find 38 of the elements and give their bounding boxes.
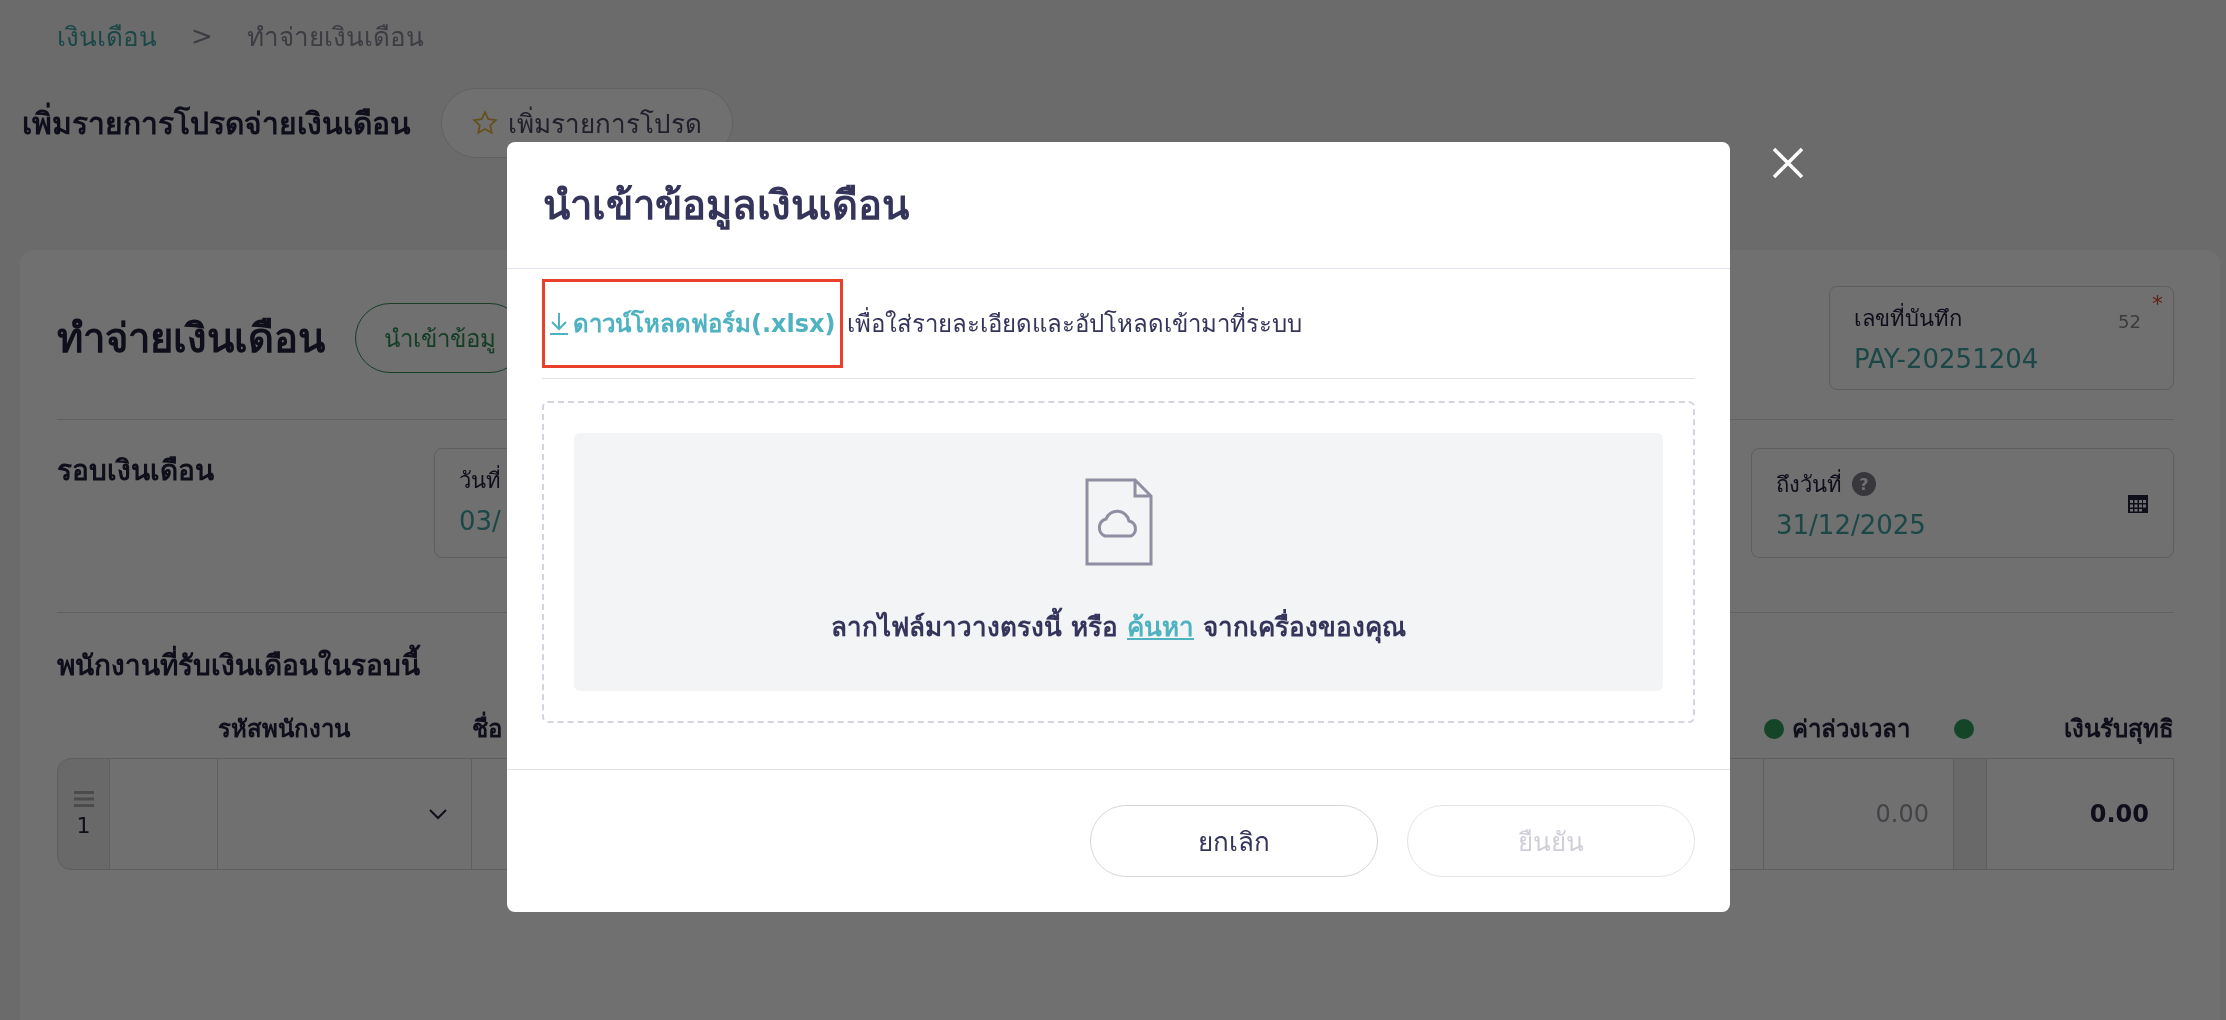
download-note: เพื่อใส่รายละเอียดและอัปโหลดเข้ามาที่ระบบ [846,304,1302,343]
page-title: เพิ่มรายการโปรดจ่ายเงินเดือน [22,99,411,147]
menu-icon [73,790,94,807]
file-dropzone[interactable]: ลากไฟล์มาวางตรงนี้ หรือ ค้นหา จากเครื่องของคุณ [542,401,1695,723]
row-number: 1 [76,812,91,838]
field-label: ถึงวันที่ [1776,468,1842,499]
help-icon[interactable]: ? [1852,472,1876,496]
status-dot [1764,718,1784,739]
section-title: พนักงานที่รับเงินเดือนในรอบนี้ [57,643,420,699]
star-icon [472,110,498,136]
breadcrumb-separator: > [191,21,213,51]
section-label: รอบเงินเดือน [57,453,215,489]
field-label: วันที่ [459,463,501,498]
column-header: เงินรับสุทธิ [2064,714,2174,746]
column-header: ชื่อ [472,709,502,748]
chevron-down-icon [429,808,447,820]
required-mark: * [2152,291,2163,316]
calendar-icon[interactable] [2127,492,2149,514]
table-cell: 0.00 [1987,758,2174,870]
dropzone-hint: ลากไฟล์มาวางตรงนี้ หรือ ค้นหา จากเครื่องของคุณ [830,605,1407,647]
card-title: ทำจ่ายเงินเดือน [57,314,325,363]
field-label: เลขที่บันทึก [1854,301,1962,336]
breadcrumb-link[interactable]: เงินเดือน [57,15,157,57]
status-dot [1954,718,1974,739]
dialog-title: นำเข้าข้อมูลเงินเดือน [507,142,1730,269]
column-header: รหัสพนักงาน [218,714,350,745]
download-icon [549,311,569,336]
end-date-field[interactable]: ถึงวันที่ ? 31/12/2025 [1751,448,2174,558]
close-icon[interactable] [1770,145,1806,181]
column-header: ค่าล่วงเวลา [1792,714,1910,745]
field-value: PAY-20251204 [1854,344,2040,374]
cloud-file-icon [1084,477,1153,566]
browse-link[interactable]: ค้นหา [1127,611,1195,642]
cancel-button[interactable]: ยกเลิก [1090,805,1378,877]
drag-handle[interactable]: 1 [57,758,110,870]
field-value: 31/12/2025 [1776,509,1926,540]
field-value: 03/ [459,506,502,536]
download-link[interactable]: ดาวน์โหลดฟอร์ม(.xlsx) [542,279,843,368]
